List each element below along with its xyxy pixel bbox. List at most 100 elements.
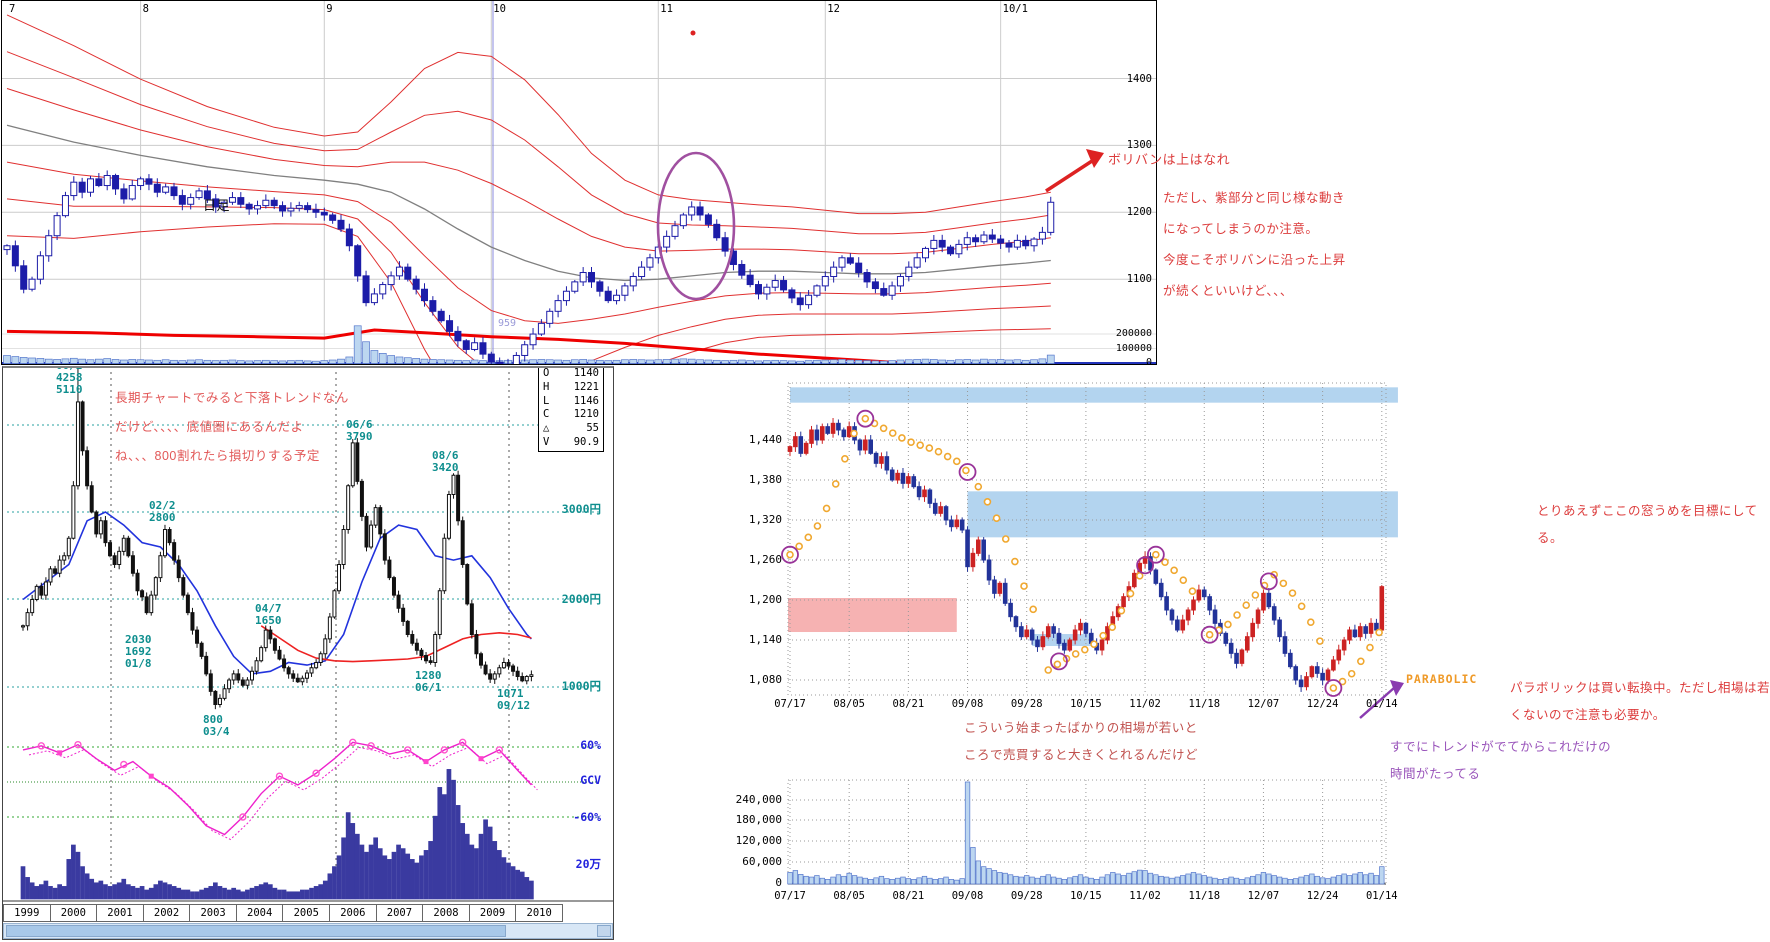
note-longterm-trend: 長期チャートでみると下落トレンドなんだけど、、、、底値圏にあるんだよね、、、80… (115, 384, 349, 471)
price-tick-label: 1,080 (722, 673, 782, 686)
daily-chart-panel: 日足 959 78910111210/1 1400130012001100 20… (1, 0, 1157, 365)
note-line: が続くといいけど、、、 (1163, 276, 1346, 307)
year-cell: 2002 (144, 905, 191, 921)
note-line: ね、、、800割れたら損切りする予定 (115, 442, 349, 471)
point-label-line: 5110 (56, 384, 83, 396)
year-cell: 2009 (470, 905, 517, 921)
longterm-chart-panel: 長期チャートでみると下落トレンドなんだけど、、、、底値圏にあるんだよね、、、80… (2, 366, 614, 940)
note-line: すでにトレンドがでてからこれだけの (1390, 734, 1611, 761)
date-tick-label: 08/05 (827, 890, 871, 902)
date-tick-label: 08/05 (827, 698, 871, 710)
note-young-market: こういう始まったばかりの相場が若いところで売買すると大きくとれるんだけど (964, 715, 1198, 769)
price-point-label: 06/63790 (346, 419, 373, 443)
price-tick-label: 1,140 (722, 633, 782, 646)
oscillator-axis-label: GCV (539, 773, 601, 787)
point-label-line: 3420 (432, 462, 459, 474)
oscillator-axis-label: -60% (539, 810, 601, 824)
yen-axis-label: 2000円 (539, 593, 601, 605)
yen-axis-label: 3000円 (539, 503, 601, 515)
year-cell: 2004 (237, 905, 284, 921)
note-line: こういう始まったばかりの相場が若いと (964, 715, 1198, 742)
price-point-label: 04/71650 (255, 603, 282, 627)
note-bollinger-caution: ただし、紫部分と同じ様な動きになってしまうのか注意。今度こそボリバンに沿った上昇… (1163, 183, 1346, 307)
date-tick-label: 08/21 (886, 698, 930, 710)
note-line: パラボリックは買い転換中。ただし相場は若 (1510, 675, 1770, 702)
volume-tick-label: 120,000 (712, 834, 782, 847)
date-tick-label: 12/24 (1301, 698, 1345, 710)
price-tick-label: 1400 (1096, 73, 1152, 85)
date-tick-label: 01/14 (1360, 890, 1404, 902)
month-tick-label: 10/1 (1003, 3, 1028, 15)
chart-collage: 日足 959 78910111210/1 1400130012001100 20… (0, 0, 1770, 942)
point-label-line: 01/8 (125, 658, 152, 670)
month-tick-label: 9 (326, 3, 332, 15)
volume-tick-label: 240,000 (712, 793, 782, 806)
year-cell: 1999 (4, 905, 51, 921)
scrollbar-thumb[interactable] (6, 925, 506, 937)
date-tick-label: 12/07 (1241, 698, 1285, 710)
note-gap-target: とりあえずここの窓うめを目標にしてる。 (1537, 498, 1758, 552)
volume-tick-label: 180,000 (712, 813, 782, 826)
year-cell: 2008 (423, 905, 470, 921)
price-tick-label: 1,260 (722, 553, 782, 566)
year-cell: 2001 (97, 905, 144, 921)
scrollbar[interactable] (3, 923, 613, 939)
daily-chart-canvas (2, 1, 1156, 364)
note-line: ただし、紫部分と同じ様な動き (1163, 183, 1346, 214)
price-point-label: 2030169201/8 (125, 634, 152, 670)
date-tick-label: 11/02 (1123, 698, 1167, 710)
point-label-line: 3790 (346, 431, 373, 443)
note-line: 時間がたってる (1390, 761, 1611, 788)
year-axis: 1999200020012002200320042005200620072008… (3, 904, 563, 922)
ohlc-legend: O1140H1221L1146C1210△55V90.9 (538, 366, 604, 452)
ohlc-legend-row: O1140 (539, 367, 603, 381)
note-bollinger-breakout: ボリバンは上はなれ (1108, 149, 1230, 168)
date-tick-label: 08/21 (886, 890, 930, 902)
note-line: ころで売買すると大きくとれるんだけど (964, 742, 1198, 769)
note-line: 長期チャートでみると下落トレンドなん (115, 384, 349, 413)
date-tick-label: 10/15 (1064, 890, 1108, 902)
year-cell: 2000 (51, 905, 98, 921)
year-cell: 2010 (516, 905, 562, 921)
price-tick-label: 1100 (1096, 273, 1152, 285)
date-tick-label: 09/08 (946, 698, 990, 710)
price-tick-label: 1200 (1096, 206, 1152, 218)
year-cell: 2007 (377, 905, 424, 921)
date-tick-label: 11/18 (1182, 890, 1226, 902)
date-tick-label: 12/07 (1241, 890, 1285, 902)
note-line: になってしまうのか注意。 (1163, 214, 1346, 245)
parabolic-label: PARABOLIC (1406, 672, 1477, 686)
ohlc-legend-row: C1210 (539, 408, 603, 422)
year-cell: 2005 (283, 905, 330, 921)
note-line: る。 (1537, 525, 1758, 552)
volume-tick-label: 100000 (1096, 343, 1152, 354)
date-tick-label: 07/17 (768, 698, 812, 710)
date-tick-label: 11/18 (1182, 698, 1226, 710)
price-tick-label: 1,200 (722, 593, 782, 606)
year-cell: 2006 (330, 905, 377, 921)
month-tick-label: 7 (9, 3, 15, 15)
price-point-label: 107109/12 (497, 688, 530, 712)
month-tick-label: 11 (660, 3, 673, 15)
note-line: 今度こそボリバンに沿った上昇 (1163, 245, 1346, 276)
price-tick-label: 1,440 (722, 433, 782, 446)
date-tick-label: 11/02 (1123, 890, 1167, 902)
oscillator-axis-label: 60% (539, 738, 601, 752)
date-tick-label: 01/14 (1360, 698, 1404, 710)
price-point-label: 00/242585110 (56, 366, 83, 396)
parabolic-chart-canvas (700, 360, 1770, 942)
ohlc-legend-row: H1221 (539, 381, 603, 395)
point-label-line: 06/1 (415, 682, 442, 694)
note-line: だけど、、、、底値圏にあるんだよ (115, 413, 349, 442)
band-value-label: 959 (498, 318, 516, 329)
price-point-label: 128006/1 (415, 670, 442, 694)
note-line: とりあえずここの窓うめを目標にして (1537, 498, 1758, 525)
date-tick-label: 09/28 (1005, 890, 1049, 902)
date-tick-label: 09/28 (1005, 698, 1049, 710)
scrollbar-endbox[interactable] (597, 925, 611, 937)
date-tick-label: 07/17 (768, 890, 812, 902)
price-point-label: 08/63420 (432, 450, 459, 474)
volume-tick-label: 200000 (1096, 328, 1152, 339)
point-label-line: 2800 (149, 512, 176, 524)
date-tick-label: 10/15 (1064, 698, 1108, 710)
